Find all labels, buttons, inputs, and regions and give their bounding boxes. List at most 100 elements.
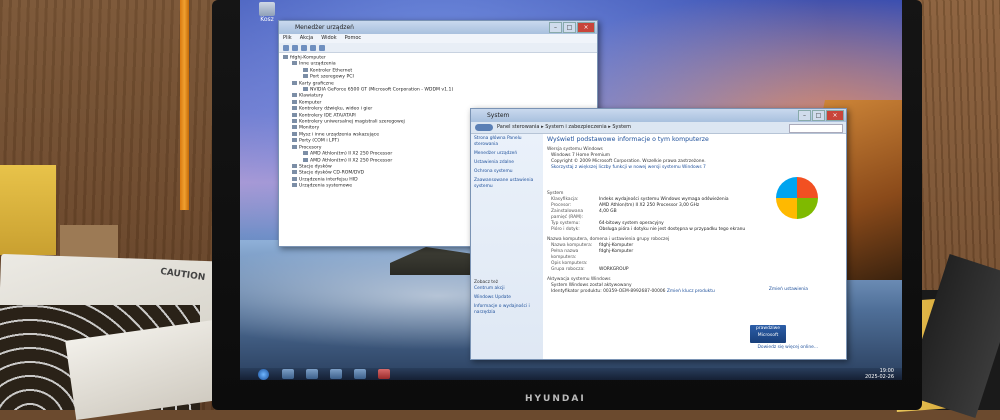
tree-item-label: Mysz i inne urządzenia wskazujące bbox=[299, 132, 380, 138]
device-icon bbox=[292, 99, 297, 104]
menu-item[interactable]: Plik bbox=[283, 34, 292, 43]
sidepanel-link[interactable]: Ochrona systemu bbox=[474, 169, 540, 175]
device-manager-titlebar[interactable]: Menedżer urządzeń – □ × bbox=[279, 21, 597, 34]
system-window[interactable]: System – □ × Panel sterowania ▸ System i z… bbox=[470, 108, 847, 360]
info-key: Zainstalowana pamięć (RAM): bbox=[551, 209, 584, 220]
change-key-link[interactable]: Zmień klucz produktu bbox=[667, 289, 715, 294]
tree-item-label: Kontrolery IDE ATA/ATAPI bbox=[299, 113, 356, 119]
device-icon bbox=[303, 67, 308, 72]
system-taskbar-icon[interactable] bbox=[378, 369, 390, 379]
device-icon bbox=[283, 55, 288, 59]
ie-taskbar-icon[interactable] bbox=[282, 369, 294, 379]
device-icon bbox=[303, 87, 308, 92]
tree-item-label: Stacje dysków bbox=[299, 164, 332, 170]
info-value: WORKGROUP bbox=[599, 267, 629, 272]
sidepanel-link[interactable]: Ustawienia zdalne bbox=[474, 160, 540, 166]
breadcrumb[interactable]: Panel sterowania ▸ System i zabezpieczen… bbox=[497, 124, 631, 130]
menu-item[interactable]: Pomoc bbox=[345, 34, 362, 43]
product-id: Identyfikator produktu: 00359-OEM-899268… bbox=[551, 289, 666, 294]
tree-item-label: Kontrolery uniwersalnej magistrali szere… bbox=[299, 119, 405, 125]
device-icon bbox=[292, 125, 297, 130]
close-button[interactable]: × bbox=[577, 22, 595, 33]
minimize-button[interactable]: – bbox=[549, 22, 562, 33]
system-title: System bbox=[487, 112, 510, 119]
tree-item-label: Urządzenia systemowe bbox=[299, 183, 353, 189]
see-also-link[interactable]: Centrum akcji bbox=[474, 286, 540, 292]
monitor-screen: Kosz Menedżer urządzeń – □ × Plik Akcja Wido… bbox=[240, 0, 902, 380]
device-icon bbox=[292, 144, 297, 149]
tree-item-label: fdghj-Komputer bbox=[290, 55, 326, 61]
device-icon bbox=[292, 93, 297, 98]
properties-icon[interactable] bbox=[301, 44, 307, 51]
start-button[interactable] bbox=[258, 369, 269, 380]
sidepanel-link[interactable]: Strona główna Panelu sterowania bbox=[474, 136, 540, 148]
scan-icon[interactable] bbox=[319, 44, 325, 51]
genuine-line-2: Microsoft bbox=[757, 333, 779, 338]
tree-item-label: NVIDIA GeForce 6500 GT (Microsoft Corpor… bbox=[310, 87, 454, 93]
device-icon bbox=[303, 74, 308, 79]
see-also-link[interactable]: Informacje o wydajności i narzędzia bbox=[474, 304, 540, 316]
device-icon bbox=[292, 80, 297, 85]
tree-item-label: Inne urządzenia bbox=[299, 61, 336, 67]
tree-item-label: Monitory bbox=[299, 125, 320, 131]
info-row: Pióro i dotyk: Obsługa pióra i dotyku nie… bbox=[551, 227, 842, 233]
genuine-line-1: prawdziwe bbox=[755, 326, 781, 331]
tree-item-label: Stacje dysków CD-ROM/DVD bbox=[299, 170, 365, 176]
see-also-link[interactable]: Windows Update bbox=[474, 295, 540, 301]
tree-item-label: Klawiatury bbox=[299, 93, 324, 99]
sidepanel-link[interactable]: Menedżer urządzeń bbox=[474, 151, 540, 157]
info-row: Pełna nazwa komputera: fdghj-Komputer bbox=[551, 249, 842, 261]
help-icon[interactable] bbox=[310, 44, 316, 51]
tree-item-label: AMD Athlon(tm) II X2 250 Processor bbox=[310, 151, 393, 157]
system-tray-clock[interactable]: 19:00 2025-02-26 bbox=[865, 368, 894, 380]
maximize-button[interactable]: □ bbox=[563, 22, 576, 33]
orange-strap bbox=[180, 0, 189, 210]
device-icon bbox=[292, 106, 297, 111]
search-input[interactable] bbox=[789, 124, 843, 133]
tree-item-label: Porty (COM i LPT) bbox=[299, 138, 339, 144]
back-forward-icon[interactable] bbox=[475, 124, 493, 131]
change-settings-link[interactable]: Zmień ustawienia bbox=[769, 287, 808, 292]
device-manager-taskbar-icon[interactable] bbox=[354, 369, 366, 379]
device-icon bbox=[303, 151, 308, 156]
device-icon bbox=[292, 163, 297, 168]
maximize-button[interactable]: □ bbox=[812, 110, 825, 121]
info-key: Grupa robocza: bbox=[551, 267, 585, 272]
upgrade-link[interactable]: Skorzystaj z większej liczby funkcji w n… bbox=[551, 165, 842, 171]
close-button[interactable]: × bbox=[826, 110, 844, 121]
tree-item-label: AMD Athlon(tm) II X2 250 Processor bbox=[310, 158, 393, 163]
page-heading: Wyświetl podstawowe informacje o tym kom… bbox=[547, 136, 709, 143]
forward-icon[interactable] bbox=[292, 44, 298, 51]
sidepanel-link[interactable]: Zaawansowane ustawienia systemu bbox=[474, 178, 540, 190]
monitor-brand: HYUNDAI bbox=[525, 394, 586, 404]
menu-item[interactable]: Akcja bbox=[300, 34, 314, 43]
menu-item[interactable]: Widok bbox=[321, 34, 336, 43]
tree-item-label: Procesory bbox=[299, 145, 322, 151]
system-titlebar[interactable]: System – □ × bbox=[471, 109, 846, 122]
recycle-bin-icon[interactable]: Kosz bbox=[255, 2, 279, 24]
media-taskbar-icon[interactable] bbox=[330, 369, 342, 379]
more-info-link[interactable]: Dowiedz się więcej online... bbox=[758, 345, 819, 350]
info-row: Grupa robocza: WORKGROUP bbox=[551, 267, 842, 273]
device-icon bbox=[292, 131, 297, 136]
device-icon bbox=[292, 61, 297, 66]
address-bar[interactable]: Panel sterowania ▸ System i zabezpieczen… bbox=[471, 122, 846, 134]
explorer-taskbar-icon[interactable] bbox=[306, 369, 318, 379]
device-manager-menubar: Plik Akcja Widok Pomoc bbox=[279, 34, 597, 43]
info-value: Obsługa pióra i dotyku nie jest dostępna… bbox=[599, 227, 746, 232]
tree-item-label: Kontrolery dźwięku, wideo i gier bbox=[299, 106, 373, 112]
tree-item-label: Komputer bbox=[299, 100, 322, 106]
recycle-bin-label: Kosz bbox=[260, 16, 274, 23]
device-manager-title: Menedżer urządzeń bbox=[295, 24, 354, 31]
back-icon[interactable] bbox=[283, 44, 289, 51]
info-key: Pióro i dotyk: bbox=[551, 227, 580, 232]
yellow-box bbox=[0, 165, 56, 255]
info-key: Pełna nazwa komputera: bbox=[551, 249, 579, 260]
windows-logo-icon bbox=[776, 177, 818, 219]
info-value: fdghj-Komputer bbox=[599, 249, 634, 254]
device-manager-toolbar bbox=[279, 43, 597, 53]
minimize-button[interactable]: – bbox=[798, 110, 811, 121]
system-sidepanel: Strona główna Panelu sterowania Menedżer … bbox=[471, 134, 543, 359]
tree-item-label: Kontroler Ethernet bbox=[310, 68, 353, 74]
clock-date: 2025-02-26 bbox=[864, 374, 894, 380]
